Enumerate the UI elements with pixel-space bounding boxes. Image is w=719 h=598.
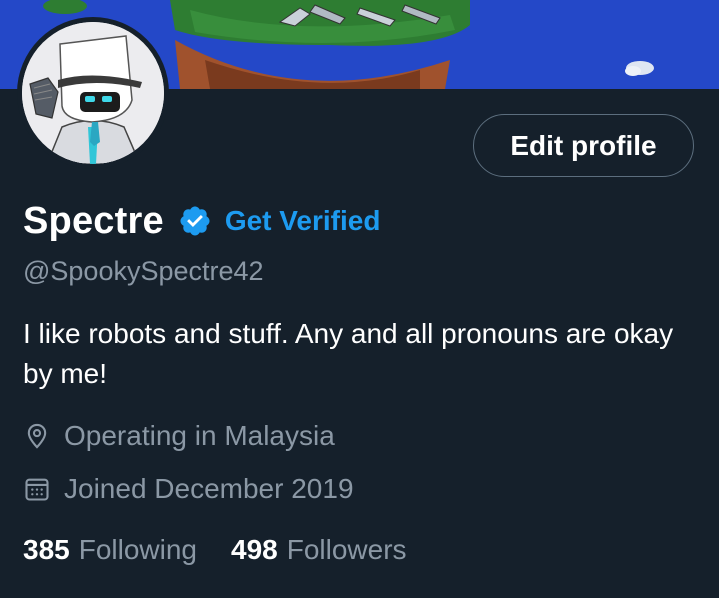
follow-stats: 385 Following 498 Followers bbox=[23, 534, 407, 566]
following-label: Following bbox=[78, 534, 197, 565]
user-handle: @SpookySpectre42 bbox=[23, 256, 264, 286]
followers-count: 498 bbox=[231, 534, 278, 565]
location-text: Operating in Malaysia bbox=[64, 420, 335, 451]
avatar-image bbox=[22, 22, 164, 164]
following-count: 385 bbox=[23, 534, 70, 565]
joined-row: Joined December 2019 bbox=[23, 473, 354, 505]
followers-link[interactable]: 498 Followers bbox=[231, 534, 407, 566]
avatar[interactable] bbox=[17, 17, 169, 169]
calendar-icon bbox=[23, 475, 51, 503]
display-name: Spectre bbox=[23, 199, 164, 242]
name-row: Spectre Get Verified bbox=[23, 196, 380, 246]
location-pin-icon bbox=[23, 422, 51, 450]
location-row: Operating in Malaysia bbox=[23, 420, 335, 452]
edit-profile-button[interactable]: Edit profile bbox=[473, 114, 694, 177]
get-verified-link[interactable]: Get Verified bbox=[225, 205, 381, 237]
profile-bio: I like robots and stuff. Any and all pro… bbox=[23, 318, 674, 389]
followers-label: Followers bbox=[286, 534, 407, 565]
verified-badge-icon[interactable] bbox=[178, 204, 212, 238]
following-link[interactable]: 385 Following bbox=[23, 534, 197, 566]
joined-text: Joined December 2019 bbox=[64, 473, 354, 504]
